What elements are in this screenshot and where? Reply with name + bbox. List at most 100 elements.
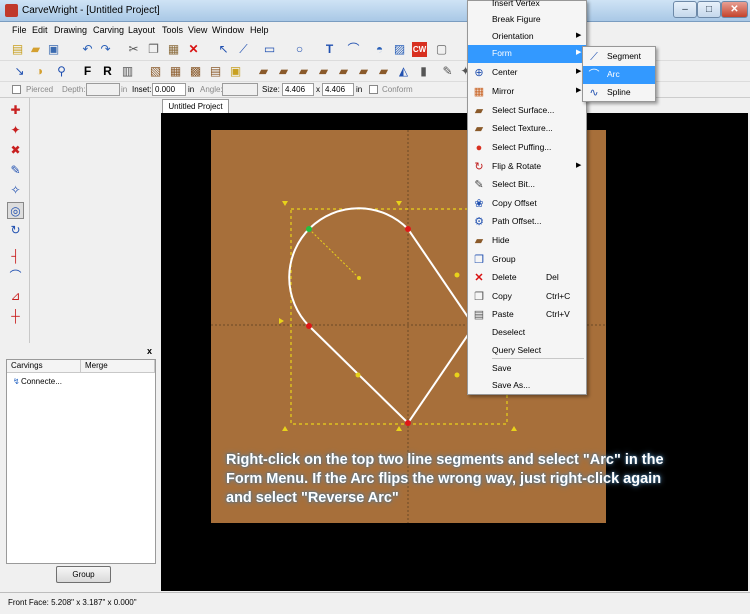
menu-window[interactable]: Window (212, 25, 244, 35)
workspace-canvas[interactable] (161, 113, 748, 591)
menu-carving[interactable]: Carving (93, 25, 124, 35)
texture-tool-icon[interactable]: ▰ (276, 64, 291, 79)
menu-layout[interactable]: Layout (128, 25, 155, 35)
board-icon[interactable]: ▧ (148, 64, 163, 79)
cw-logo-icon[interactable]: CW (412, 42, 427, 57)
machine-icon[interactable]: ▨ (392, 42, 407, 57)
pointer-icon[interactable]: ↘ (12, 64, 27, 79)
frame-icon[interactable]: ▰ (376, 64, 391, 79)
menu-item-copy-offset[interactable]: ❀ Copy Offset (468, 195, 586, 213)
undo-icon[interactable]: ↶ (80, 42, 95, 57)
menu-item-hide[interactable]: ▰ Hide (468, 232, 586, 250)
menu-item-select-surface[interactable]: ▰ Select Surface... (468, 102, 586, 120)
new-file-icon[interactable]: ▤ (10, 42, 25, 57)
menu-item-deselect[interactable]: Deselect (468, 324, 586, 342)
corner-icon[interactable]: ⊿ (7, 288, 24, 305)
column-carvings[interactable]: Carvings (7, 360, 81, 373)
menu-item-delete[interactable]: ✕ Delete Del (468, 269, 586, 287)
save-icon[interactable]: ▣ (46, 42, 61, 57)
maximize-button[interactable]: □ (697, 1, 721, 18)
tab-untitled-project[interactable]: Untitled Project (162, 99, 229, 113)
menu-help[interactable]: Help (250, 25, 269, 35)
surface-tool-icon[interactable]: ▰ (316, 64, 331, 79)
menu-item-mirror[interactable]: ▦ Mirror ▶ (468, 83, 586, 101)
delete-icon[interactable]: ✕ (186, 42, 201, 57)
submenu-item-spline[interactable]: ∿ Spline (583, 84, 655, 102)
bit-tool-icon[interactable]: ▮ (416, 64, 431, 79)
node-line-icon[interactable]: ┼ (7, 308, 24, 325)
submenu-item-segment[interactable]: ⟋ Segment (583, 48, 655, 66)
pierced-checkbox[interactable] (12, 85, 21, 94)
menu-item-path-offset[interactable]: ⚙ Path Offset... (468, 213, 586, 231)
shell-icon[interactable]: ◓ (372, 42, 387, 57)
redo-icon[interactable]: ↷ (98, 42, 113, 57)
inset-field[interactable]: 0.000 (152, 83, 186, 96)
menu-view[interactable]: View (188, 25, 207, 35)
menu-item-form[interactable]: Form ▶ (468, 45, 586, 63)
join-icon[interactable]: ✧ (7, 182, 24, 199)
grid-board-icon[interactable]: ▦ (168, 64, 183, 79)
conform-checkbox[interactable] (369, 85, 378, 94)
minimize-button[interactable]: – (673, 1, 697, 18)
layout-board-icon[interactable]: ▤ (208, 64, 223, 79)
front-view-icon[interactable]: F (80, 64, 95, 79)
open-folder-icon[interactable]: ▰ (28, 42, 43, 57)
submenu-item-arc[interactable]: ⌒ Arc (583, 66, 655, 84)
vertex-line-icon[interactable]: ┤ (7, 248, 24, 265)
puff-icon[interactable]: ▰ (296, 64, 311, 79)
menu-item-select-texture[interactable]: ▰ Select Texture... (468, 120, 586, 138)
list-item[interactable]: Connecte... (21, 377, 62, 386)
zoom-icon[interactable]: ⚲ (54, 64, 69, 79)
angle-field[interactable] (222, 83, 258, 96)
menu-item-select-puffing[interactable]: ● Select Puffing... (468, 139, 586, 157)
menu-item-select-bit[interactable]: ✎ Select Bit... (468, 176, 586, 194)
engrave-icon[interactable]: ▰ (356, 64, 371, 79)
menu-item-break-figure[interactable]: Break Figure (468, 11, 586, 29)
curve-text-icon[interactable]: ⌒ (346, 42, 361, 57)
moulding-icon[interactable]: ◭ (396, 64, 411, 79)
group-button[interactable]: Group (56, 566, 111, 583)
table-icon[interactable]: ▥ (120, 64, 135, 79)
depth-field[interactable] (86, 83, 120, 96)
rectangle-tool-icon[interactable]: ▭ (262, 42, 277, 57)
fill-icon[interactable]: ▰ (336, 64, 351, 79)
column-merge[interactable]: Merge (81, 360, 155, 373)
menu-item-copy[interactable]: ❐ Copy Ctrl+C (468, 288, 586, 306)
menu-file[interactable]: File (12, 25, 27, 35)
to-icon[interactable]: ▣ (228, 64, 243, 79)
smooth-icon[interactable]: ↻ (7, 222, 24, 239)
line-tool-icon[interactable]: ⟋ (236, 42, 251, 57)
circle-tool-icon[interactable]: ○ (292, 42, 307, 57)
arc-tool-icon[interactable]: ⌒ (7, 268, 24, 285)
lasso-icon[interactable]: ◑ (32, 64, 47, 79)
add-vertex-icon[interactable]: ✚ (7, 102, 24, 119)
text-tool-icon[interactable]: T (322, 42, 337, 57)
delete-vertex-icon[interactable]: ✖ (7, 142, 24, 159)
knife-icon[interactable]: ✎ (440, 64, 455, 79)
menu-edit[interactable]: Edit (32, 25, 48, 35)
menu-item-group[interactable]: ❐ Group (468, 251, 586, 269)
menu-item-orientation[interactable]: Orientation ▶ (468, 28, 586, 46)
menu-item-flip-rotate[interactable]: ↻ Flip & Rotate ▶ (468, 158, 586, 176)
split-board-icon[interactable]: ▩ (188, 64, 203, 79)
move-vertex-icon[interactable]: ✦ (7, 122, 24, 139)
menu-tools[interactable]: Tools (162, 25, 183, 35)
size-width-field[interactable]: 4.406 (282, 83, 314, 96)
menu-item-save[interactable]: Save (468, 360, 586, 378)
rear-view-icon[interactable]: R (100, 64, 115, 79)
select-arrow-icon[interactable]: ↖ (216, 42, 231, 57)
menu-item-save-as[interactable]: Save As... (468, 377, 586, 395)
circle-select-icon[interactable]: ◎ (7, 202, 24, 219)
panel-close-icon[interactable]: x (147, 346, 152, 356)
bevel-icon[interactable]: ▰ (256, 64, 271, 79)
menu-item-paste[interactable]: ▤ Paste Ctrl+V (468, 306, 586, 324)
menu-drawing[interactable]: Drawing (54, 25, 87, 35)
copy-icon[interactable]: ❐ (146, 42, 161, 57)
window-icon[interactable]: ▢ (434, 42, 449, 57)
knife-tool-icon[interactable]: ✎ (7, 162, 24, 179)
menu-item-center[interactable]: ⊕ Center ▶ (468, 64, 586, 82)
paste-icon[interactable]: ▦ (166, 42, 181, 57)
cut-icon[interactable]: ✂ (126, 42, 141, 57)
size-height-field[interactable]: 4.406 (322, 83, 354, 96)
close-button[interactable]: ✕ (721, 1, 748, 18)
